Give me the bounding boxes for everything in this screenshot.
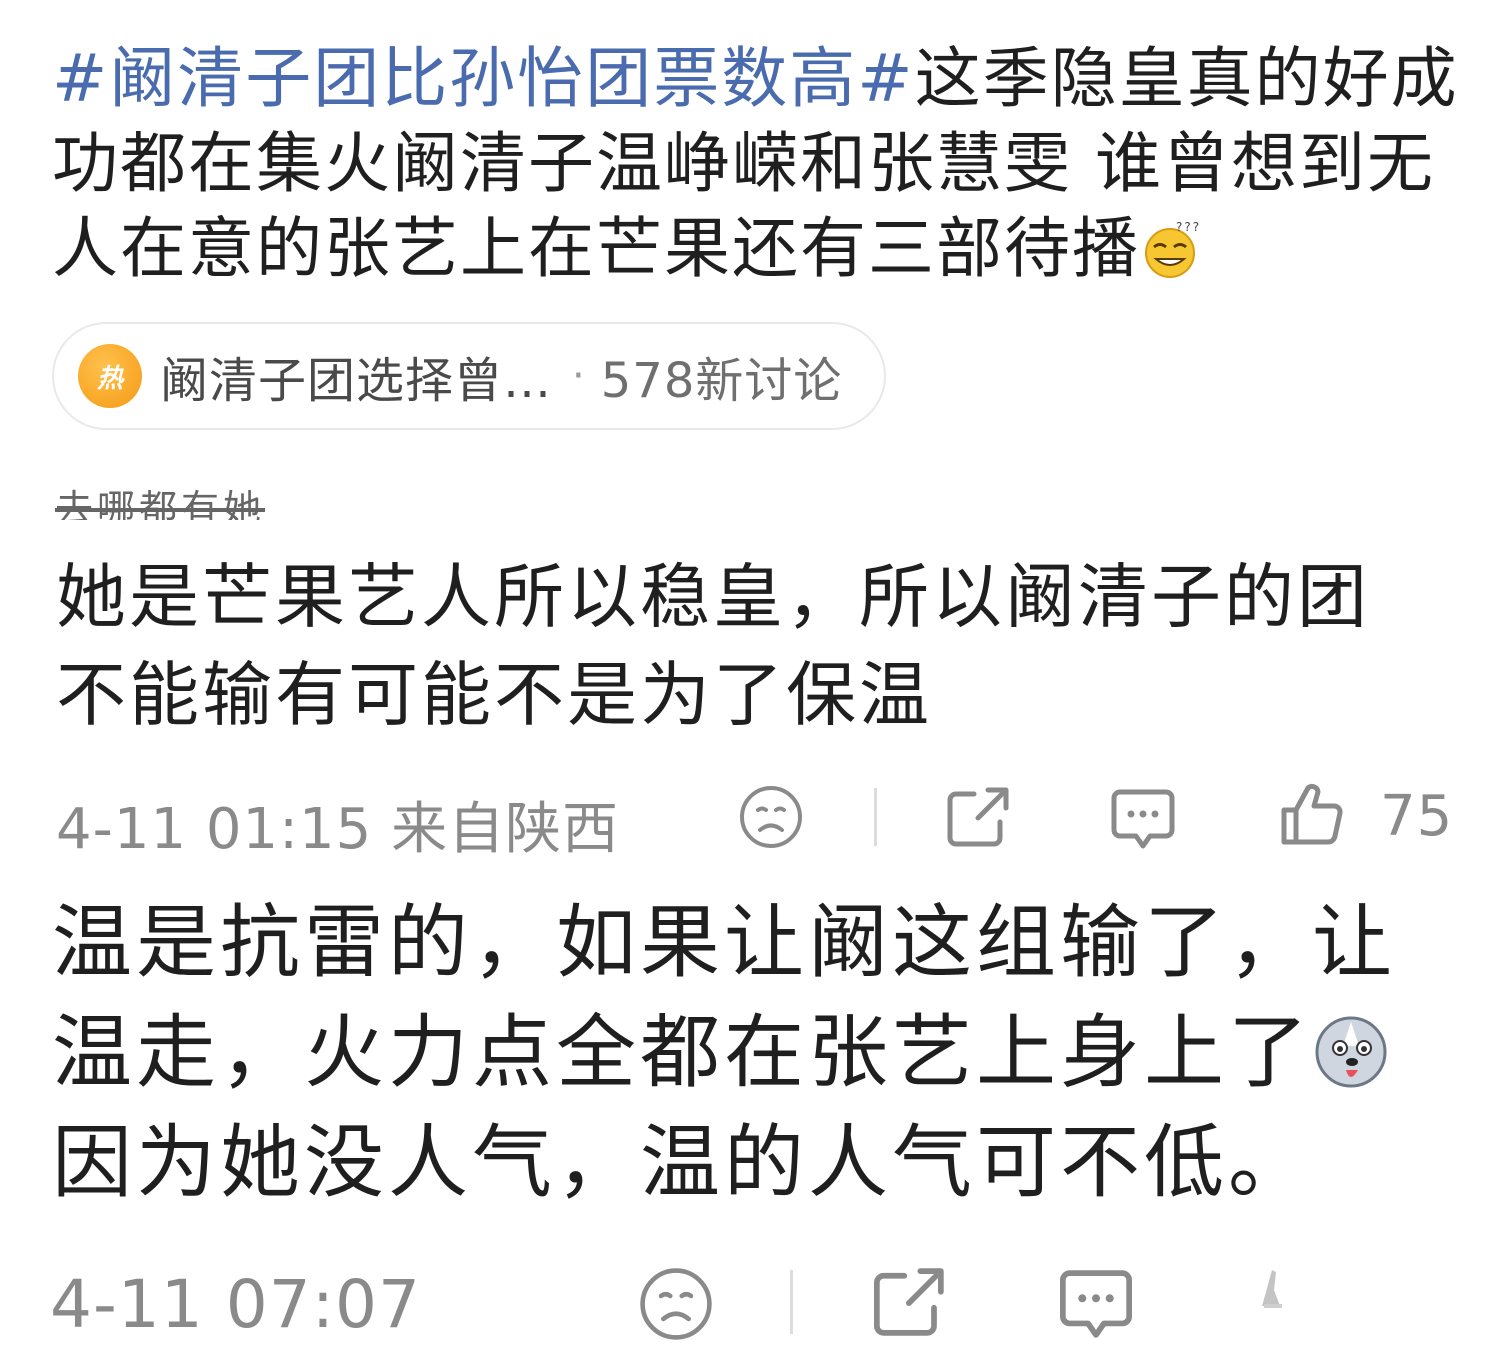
thumbs-up-icon bbox=[1281, 783, 1343, 845]
sad-face-icon bbox=[740, 786, 802, 848]
comment-timestamp: 4-11 07:07 bbox=[50, 1266, 421, 1343]
comment-text-part: 因为她没人气，温的人气可不低。 bbox=[52, 1116, 1312, 1209]
divider bbox=[874, 788, 877, 846]
svg-text:???: ??? bbox=[1176, 220, 1200, 234]
comment-text: 她是芒果艺人所以稳皇，所以阚清子的团不能输有可能不是为了保温 bbox=[56, 556, 1370, 736]
share-button[interactable] bbox=[944, 784, 1014, 850]
comment-bubble-icon bbox=[1060, 1270, 1132, 1338]
like-button[interactable] bbox=[1276, 780, 1346, 850]
reply-button[interactable] bbox=[1108, 784, 1178, 854]
like-button[interactable] bbox=[1252, 1262, 1296, 1312]
comment-action-bar: 4-11 07:07 bbox=[0, 1252, 1500, 1352]
topic-separator: · bbox=[572, 353, 585, 399]
quoted-reference: 去哪都有她 bbox=[55, 487, 266, 520]
comment-bubble-icon bbox=[1111, 789, 1175, 849]
like-count: 75 bbox=[1380, 784, 1454, 849]
dislike-button[interactable] bbox=[638, 1266, 714, 1342]
comment-action-bar: 4-11 01:15 来自陕西 75 bbox=[0, 770, 1500, 870]
dizzy-grin-emoji-icon: ??? bbox=[1145, 220, 1200, 278]
husky-tongue-emoji-icon bbox=[1315, 1016, 1387, 1088]
sad-face-icon bbox=[640, 1268, 712, 1340]
hot-badge-icon: 热 bbox=[78, 344, 142, 408]
comment-text-part: 温是抗雷的，如果让阚这组输了，让温走，火力点全都在张艺上身上了 bbox=[52, 896, 1396, 1099]
topic-discussion-count: 578新讨论 bbox=[600, 353, 843, 409]
reply-button[interactable] bbox=[1056, 1264, 1136, 1344]
share-icon bbox=[947, 787, 1009, 847]
thumbs-up-icon bbox=[1262, 1270, 1282, 1308]
hashtag-link[interactable]: #阚清子团比孙怡团票数高# bbox=[52, 40, 915, 117]
topic-card[interactable]: 热 阚清子团选择曾… · 578新讨论 bbox=[52, 322, 886, 430]
comment-text: 温是抗雷的，如果让阚这组输了，让温走，火力点全都在张艺上身上了 因为她没人气，温… bbox=[52, 888, 1412, 1218]
share-button[interactable] bbox=[870, 1264, 950, 1340]
divider bbox=[790, 1270, 793, 1334]
comment-timestamp: 4-11 01:15 来自陕西 bbox=[56, 797, 620, 862]
share-icon bbox=[874, 1268, 944, 1336]
dislike-button[interactable] bbox=[738, 784, 804, 850]
post-text: #阚清子团比孙怡团票数高#这季隐皇真的好成功都在集火阚清子温峥嵘和张慧雯 谁曾想… bbox=[52, 36, 1472, 291]
topic-title: 阚清子团选择曾… bbox=[160, 353, 553, 409]
